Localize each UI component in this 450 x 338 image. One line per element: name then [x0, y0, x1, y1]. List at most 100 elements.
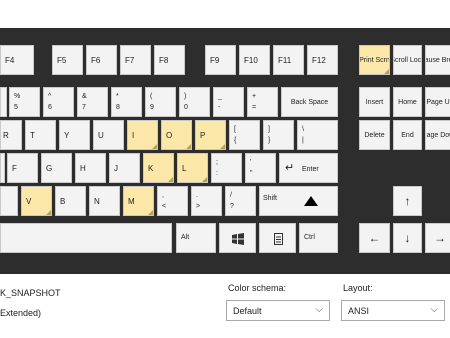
- key-scroll-lock[interactable]: Scroll Lock: [393, 45, 422, 75]
- key-arrow-left[interactable]: ←: [359, 223, 390, 253]
- key-page-down[interactable]: Page Down: [425, 120, 450, 150]
- key-label: P: [200, 131, 206, 140]
- key-label: Alt: [181, 234, 190, 241]
- key-label: Pause Break: [425, 56, 450, 64]
- key-o[interactable]: O: [161, 120, 192, 150]
- key-end[interactable]: End: [393, 120, 422, 150]
- key-page-up[interactable]: Page Up: [425, 87, 450, 117]
- key-label: -: [218, 104, 221, 111]
- key-h[interactable]: H: [75, 153, 106, 183]
- key-label: B: [60, 197, 66, 206]
- key-g[interactable]: G: [41, 153, 72, 183]
- key-semicolon[interactable]: ;:: [211, 153, 242, 183]
- key-arrow-up[interactable]: ↑: [393, 186, 422, 216]
- key-label: Home: [398, 98, 417, 106]
- key-n[interactable]: N: [89, 186, 120, 216]
- key-shift-label: :: [216, 170, 218, 177]
- key-right-bracket[interactable]: ]}: [263, 120, 294, 150]
- key-f12[interactable]: F12: [307, 45, 338, 75]
- key-f8[interactable]: F8: [154, 45, 185, 75]
- key-7[interactable]: & 7: [77, 87, 108, 117]
- color-schema-select[interactable]: Default ⌵: [226, 300, 330, 321]
- key-label: Insert: [365, 98, 384, 106]
- key-label: L: [182, 164, 187, 173]
- key-equal[interactable]: + =: [247, 87, 278, 117]
- key-label: F7: [125, 56, 135, 65]
- key-windows[interactable]: [219, 223, 256, 253]
- key-shift-label: ": [250, 170, 253, 177]
- key-c-partial[interactable]: [0, 186, 18, 216]
- key-shift-label: *: [116, 93, 119, 100]
- key-i[interactable]: I: [127, 120, 158, 150]
- key-l[interactable]: L: [177, 153, 208, 183]
- key-f10[interactable]: F10: [239, 45, 270, 75]
- key-t[interactable]: T: [25, 120, 56, 150]
- snapshot-subtitle: Extended): [0, 308, 42, 318]
- key-label: 9: [150, 104, 154, 111]
- key-comma[interactable]: , <: [157, 186, 188, 216]
- key-9[interactable]: (9: [145, 87, 176, 117]
- key-enter[interactable]: ↵ Enter: [279, 153, 338, 183]
- key-p[interactable]: P: [195, 120, 226, 150]
- key-label: F9: [210, 56, 220, 65]
- key-home[interactable]: Home: [393, 87, 422, 117]
- key-f6[interactable]: F6: [86, 45, 117, 75]
- key-m[interactable]: M: [123, 186, 154, 216]
- key-label: N: [94, 197, 100, 206]
- key-left-bracket[interactable]: [{: [229, 120, 260, 150]
- key-f11[interactable]: F11: [273, 45, 304, 75]
- key-f7[interactable]: F7: [120, 45, 151, 75]
- key-v[interactable]: V: [21, 186, 52, 216]
- key-b[interactable]: B: [55, 186, 86, 216]
- key-f9[interactable]: F9: [205, 45, 236, 75]
- key-label: F4: [5, 56, 15, 65]
- key-backslash[interactable]: \ |: [297, 120, 338, 150]
- key-delete[interactable]: Delete: [359, 120, 390, 150]
- snapshot-name: K_SNAPSHOT: [0, 288, 61, 298]
- key-insert[interactable]: Insert: [359, 87, 390, 117]
- key-f4[interactable]: F4: [0, 45, 34, 75]
- key-0[interactable]: ) 0: [179, 87, 210, 117]
- key-slash[interactable]: /?: [225, 186, 256, 216]
- key-y[interactable]: Y: [59, 120, 90, 150]
- key-6[interactable]: ^ 6: [43, 87, 74, 117]
- key-k[interactable]: K: [143, 153, 174, 183]
- key-arrow-down[interactable]: ↓: [393, 223, 422, 253]
- key-space[interactable]: [0, 223, 172, 253]
- chevron-down-icon: ⌵: [430, 304, 438, 315]
- key-menu[interactable]: [259, 223, 296, 253]
- key-5[interactable]: % 5: [9, 87, 40, 117]
- key-label: Enter: [302, 166, 319, 173]
- key-8[interactable]: * 8: [111, 87, 142, 117]
- key-pause-break[interactable]: Pause Break: [425, 45, 450, 75]
- key-quote[interactable]: ' ": [245, 153, 276, 183]
- key-r[interactable]: R: [0, 120, 22, 150]
- key-label: End: [401, 131, 414, 139]
- key-label: F11: [278, 56, 292, 65]
- up-triangle-icon: [304, 196, 318, 206]
- key-period[interactable]: . >: [191, 186, 222, 216]
- key-shift-label: (: [150, 93, 153, 100]
- key-label: F12: [312, 56, 326, 65]
- key-print-screen[interactable]: Print Scrn: [359, 45, 390, 75]
- key-label: Y: [64, 131, 70, 140]
- key-shift-label: <: [162, 203, 167, 210]
- key-shift-label: +: [252, 93, 257, 100]
- key-arrow-right[interactable]: →: [425, 223, 450, 253]
- key-alt[interactable]: Alt: [176, 223, 216, 253]
- key-ctrl[interactable]: Ctrl: [299, 223, 338, 253]
- key-j[interactable]: J: [109, 153, 140, 183]
- color-schema-label: Color schema:: [228, 283, 287, 293]
- key-minus[interactable]: _ -: [213, 87, 244, 117]
- layout-select[interactable]: ANSI ⌵: [341, 300, 445, 321]
- key-4-partial[interactable]: [0, 87, 7, 117]
- key-d-partial[interactable]: [0, 153, 5, 183]
- key-f5[interactable]: F5: [52, 45, 83, 75]
- key-label: ]: [268, 126, 270, 133]
- key-u[interactable]: U: [93, 120, 124, 150]
- key-label: 6: [48, 104, 52, 111]
- key-right-shift[interactable]: Shift: [259, 186, 338, 216]
- key-f[interactable]: F: [7, 153, 38, 183]
- arrow-left-icon: ←: [368, 231, 381, 245]
- key-backspace[interactable]: Back Space: [281, 87, 338, 117]
